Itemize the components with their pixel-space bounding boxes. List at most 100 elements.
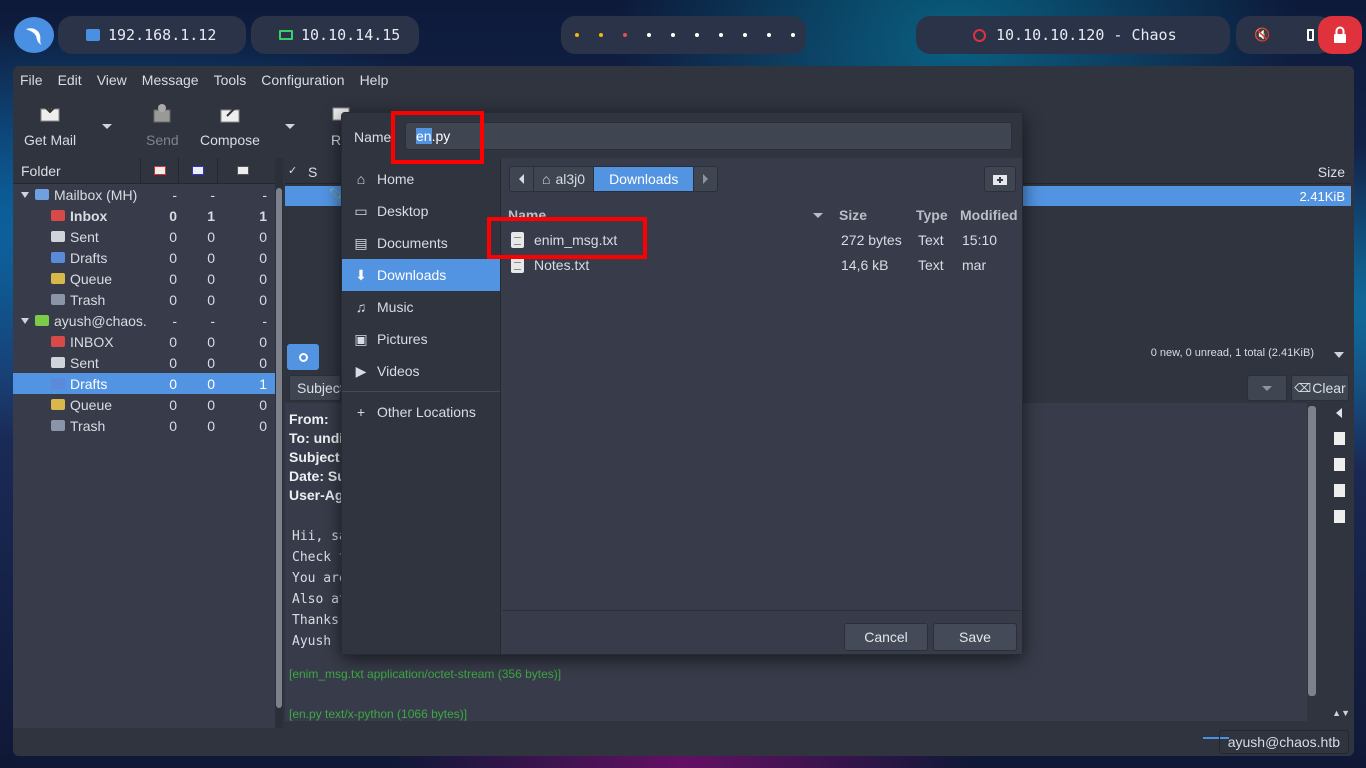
workspace-dot[interactable]: [599, 33, 603, 37]
folder-item[interactable]: Drafts 0 0 1: [13, 373, 275, 394]
folder-item[interactable]: Inbox 0 1 1: [13, 205, 275, 226]
path-current-button[interactable]: Downloads: [594, 167, 695, 191]
folder-count: -: [262, 312, 267, 329]
battery-icon[interactable]: [1306, 29, 1314, 41]
folder-scrollbar[interactable]: [275, 158, 283, 748]
folder-item[interactable]: Trash 0 0 0: [13, 289, 275, 310]
workspace-dot[interactable]: [575, 33, 579, 37]
menu-configuration[interactable]: Configuration: [261, 72, 344, 88]
path-bar: ⌂ al3j0 Downloads: [509, 166, 719, 192]
menu-view[interactable]: View: [97, 72, 127, 88]
menu-tools[interactable]: Tools: [214, 72, 247, 88]
place-pictures[interactable]: ▣ Pictures: [342, 323, 500, 355]
attachment-enim-msg[interactable]: [enim_msg.txt application/octet-stream (…: [285, 667, 1307, 707]
path-forward-button[interactable]: [694, 167, 718, 191]
folder-icon: [51, 420, 65, 431]
folder-item[interactable]: Sent 0 0 0: [13, 226, 275, 247]
workspace-dot[interactable]: [695, 33, 699, 37]
place-downloads[interactable]: ⬇ Downloads: [342, 259, 500, 291]
lock-button[interactable]: [1318, 16, 1362, 54]
scroll-arrows[interactable]: ▲▼: [1332, 708, 1350, 718]
workspace-dot[interactable]: [743, 33, 747, 37]
path-back-button[interactable]: [510, 167, 534, 191]
folder-column-header[interactable]: Folder: [13, 158, 141, 183]
place-label: Home: [377, 171, 415, 187]
folder-item[interactable]: Sent 0 0 0: [13, 352, 275, 373]
menu-file[interactable]: File: [20, 72, 43, 88]
python-part-icon[interactable]: [1333, 510, 1345, 523]
file-type: Text: [918, 257, 944, 273]
expander-arrow-icon[interactable]: [21, 191, 29, 198]
folder-count: 0: [259, 417, 267, 434]
workspace-dot[interactable]: [719, 33, 723, 37]
folder-count: 0: [259, 249, 267, 266]
workspace-dot[interactable]: [767, 33, 771, 37]
compose-label: Compose: [200, 132, 260, 148]
folder-item[interactable]: Queue 0 0 0: [13, 268, 275, 289]
get-mail-button[interactable]: Get Mail: [24, 100, 76, 148]
size-column[interactable]: Size: [1318, 164, 1345, 180]
menu-message[interactable]: Message: [142, 72, 199, 88]
desktop-icon: ▭: [354, 202, 368, 219]
total-mail-icon: [237, 166, 249, 175]
volume-muted-icon[interactable]: 🔇: [1254, 28, 1270, 43]
folder-item[interactable]: Drafts 0 0 0: [13, 247, 275, 268]
search-dropdown[interactable]: [1247, 375, 1287, 401]
column-type[interactable]: Type: [916, 207, 948, 223]
message-scrollbar[interactable]: [1308, 406, 1316, 696]
cancel-button[interactable]: Cancel: [844, 623, 928, 651]
collapse-arrow-icon[interactable]: [1336, 408, 1342, 418]
save-button[interactable]: Save: [933, 623, 1017, 651]
folder-count: -: [172, 186, 177, 203]
place-other-locations[interactable]: + Other Locations: [342, 396, 500, 428]
clear-icon: ⌫: [1294, 381, 1312, 395]
total-column-header[interactable]: [218, 158, 268, 183]
quick-search-field[interactable]: Subject: [289, 375, 344, 401]
binary-part-icon[interactable]: [1333, 484, 1345, 497]
workspace-dot[interactable]: [623, 33, 627, 37]
text-part-icon[interactable]: [1333, 458, 1345, 471]
filename-input[interactable]: en .py: [405, 122, 1012, 150]
expander-arrow-icon[interactable]: [21, 317, 29, 324]
get-mail-dropdown[interactable]: [102, 124, 112, 129]
kali-menu-button[interactable]: [14, 17, 54, 53]
folder-item[interactable]: INBOX 0 0 0: [13, 331, 275, 352]
place-home[interactable]: ⌂ Home: [342, 163, 500, 195]
new-folder-button[interactable]: [984, 166, 1016, 192]
annotation-box-filename: [391, 111, 484, 164]
workspace-switcher[interactable]: [561, 16, 806, 54]
place-documents[interactable]: ▤ Documents: [342, 227, 500, 259]
sort-arrow-icon[interactable]: [813, 213, 823, 218]
path-home-button[interactable]: ⌂ al3j0: [534, 167, 595, 191]
status-column[interactable]: S: [308, 164, 317, 180]
folder-item[interactable]: ayush@chaos. - - -: [13, 310, 275, 331]
column-modified[interactable]: Modified: [960, 207, 1018, 223]
search-toggle-button[interactable]: [287, 344, 319, 370]
folder-icon: [35, 315, 49, 326]
column-size[interactable]: Size: [839, 207, 867, 223]
folder-item[interactable]: Trash 0 0 0: [13, 415, 275, 436]
place-desktop[interactable]: ▭ Desktop: [342, 195, 500, 227]
unread-column-header[interactable]: [179, 158, 218, 183]
send-button[interactable]: Send: [146, 100, 179, 148]
place-music[interactable]: ♫ Music: [342, 291, 500, 323]
compose-button[interactable]: Compose: [200, 100, 260, 148]
attachment-sidebar: [1328, 402, 1350, 523]
folder-count: 0: [207, 333, 215, 350]
mime-part-icon[interactable]: [1333, 432, 1345, 445]
workspace-dot[interactable]: [791, 33, 795, 37]
clear-button[interactable]: ⌫ Clear: [1291, 375, 1349, 401]
menu-edit[interactable]: Edit: [58, 72, 82, 88]
place-videos[interactable]: ▶ Videos: [342, 355, 500, 387]
workspace-dot[interactable]: [647, 33, 651, 37]
menu-help[interactable]: Help: [360, 72, 389, 88]
new-folder-icon: [993, 174, 1007, 185]
folder-item[interactable]: Mailbox (MH) - - -: [13, 184, 275, 205]
compose-dropdown[interactable]: [285, 124, 295, 129]
expand-arrow[interactable]: [1334, 352, 1344, 358]
mark-column[interactable]: ✓: [288, 164, 297, 177]
new-column-header[interactable]: [141, 158, 179, 183]
workspace-dot[interactable]: [671, 33, 675, 37]
account-selector[interactable]: ayush@chaos.htb: [1218, 730, 1349, 754]
folder-item[interactable]: Queue 0 0 0: [13, 394, 275, 415]
